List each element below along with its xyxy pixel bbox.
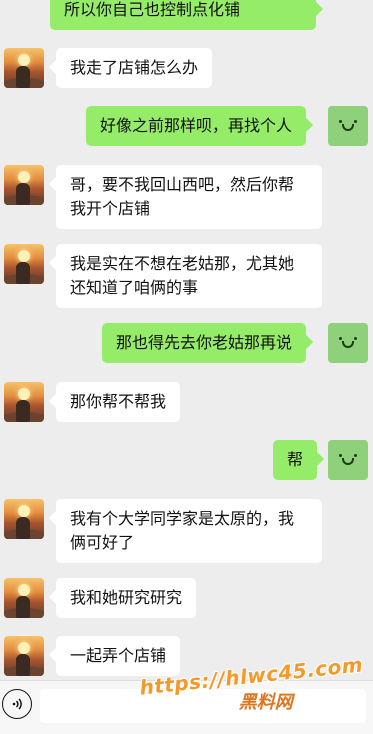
message-text: 我和她研究研究 — [70, 588, 183, 607]
voice-wave-icon[interactable] — [2, 689, 32, 719]
message-text: 那你帮不帮我 — [70, 392, 167, 411]
message-bubble-received[interactable]: 那你帮不帮我 — [56, 382, 181, 422]
message-bubble-received[interactable]: 哥，要不我回山西吧，然后你帮我开个店铺 — [56, 165, 322, 229]
smiley-icon — [339, 454, 357, 466]
message-bubble-sent[interactable]: 那也得先去你老姑那再说 — [102, 323, 307, 363]
message-bubble-received[interactable]: 我和她研究研究 — [56, 578, 197, 618]
my-avatar[interactable] — [328, 106, 368, 146]
message-bubble-sent[interactable]: 所以你自己也控制点化铺 — [50, 0, 316, 30]
contact-avatar[interactable] — [4, 165, 44, 205]
message-bubble-received[interactable]: 我是实在不想在老姑那，尤其她还知道了咱俩的事 — [56, 244, 322, 308]
contact-avatar[interactable] — [4, 244, 44, 284]
message-text: 一起弄个店铺 — [70, 646, 167, 665]
my-avatar[interactable] — [328, 323, 368, 363]
message-text: 好像之前那样呗，再找个人 — [100, 116, 293, 135]
contact-avatar[interactable] — [4, 48, 44, 88]
contact-avatar[interactable] — [4, 499, 44, 539]
chat-message-list[interactable]: 所以你自己也控制点化铺 我走了店铺怎么办 好像之前那样呗，再找个人 哥，要不我回… — [0, 0, 373, 680]
message-text: 那也得先去你老姑那再说 — [116, 333, 293, 352]
message-bubble-sent[interactable]: 好像之前那样呗，再找个人 — [86, 106, 307, 146]
smiley-icon — [339, 337, 357, 349]
message-text: 所以你自己也控制点化铺 — [64, 0, 241, 19]
message-text: 哥，要不我回山西吧，然后你帮我开个店铺 — [70, 175, 295, 218]
my-avatar[interactable] — [328, 440, 368, 480]
smiley-icon — [339, 120, 357, 132]
message-text: 我是实在不想在老姑那，尤其她还知道了咱俩的事 — [70, 254, 295, 297]
message-bubble-received[interactable]: 我走了店铺怎么办 — [56, 48, 213, 88]
message-bubble-sent[interactable]: 帮 — [273, 440, 318, 480]
message-text: 帮 — [287, 450, 304, 469]
message-bubble-received[interactable]: 我有个大学同学家是太原的，我俩可好了 — [56, 499, 322, 563]
contact-avatar[interactable] — [4, 578, 44, 618]
message-text: 我有个大学同学家是太原的，我俩可好了 — [70, 509, 295, 552]
contact-avatar[interactable] — [4, 636, 44, 676]
contact-avatar[interactable] — [4, 382, 44, 422]
site-watermark: https://hlwc45.com 黑料网 — [138, 652, 364, 714]
message-text: 我走了店铺怎么办 — [70, 58, 199, 77]
